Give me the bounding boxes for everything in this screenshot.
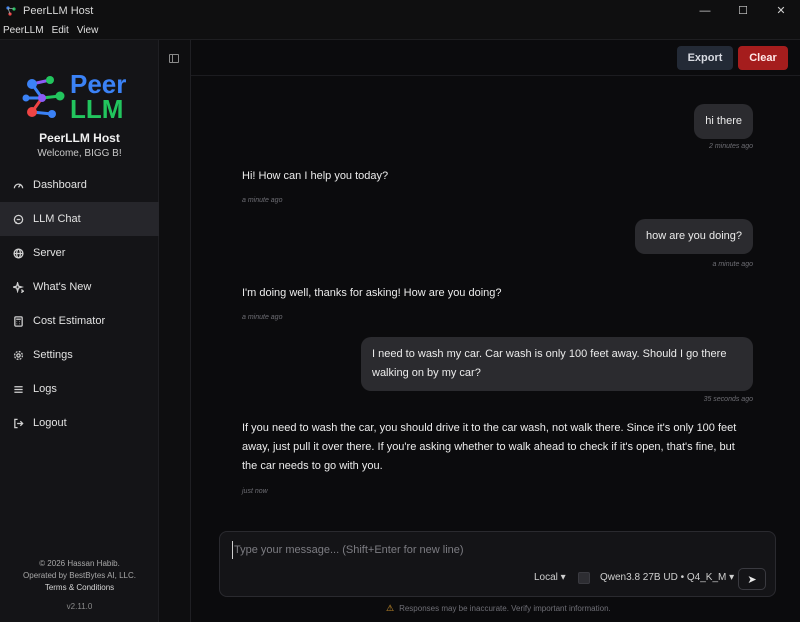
message-timestamp: a minute ago [712,261,753,268]
export-button[interactable]: Export [677,46,733,70]
send-icon: ➤ [747,573,757,586]
source-select[interactable]: Local ▾ [534,572,566,583]
option-checkbox[interactable] [578,572,590,584]
sidebar-item-label: LLM Chat [33,213,81,225]
menu-peerllm[interactable]: PeerLLM [0,25,49,36]
sidebar-item-dashboard[interactable]: Dashboard [0,168,159,202]
title-bar: PeerLLM Host — ☐ ✕ [0,0,800,21]
chat-icon [12,213,24,225]
operated-by-text: Operated by BestBytes AI, LLC. [23,571,136,580]
model-select[interactable]: Qwen3.8 27B UD • Q4_K_M ▾ [600,572,734,583]
sidebar-item-label: Dashboard [33,179,87,191]
network-logo-icon [22,76,65,118]
sparkles-icon [12,281,24,293]
message-timestamp: a minute ago [242,314,283,321]
logout-icon [12,417,24,429]
sidebar-item-label: Logout [33,417,67,429]
sidebar-item-label: Settings [33,349,73,361]
version-text: v2.11.0 [66,602,93,611]
gauge-icon [12,179,24,191]
user-message: how are you doing? [634,219,753,254]
sidebar-item-cost-estimator[interactable]: Cost Estimator [0,304,159,338]
assistant-message: Hi! How can I help you today? [242,170,389,182]
sidebar-item-label: Logs [33,383,57,395]
send-button[interactable]: ➤ [738,568,766,590]
logo-text-llm: LLM [70,94,124,124]
disclaimer-text: Responses may be inaccurate. Verify impo… [399,604,611,613]
sidebar-nav: Dashboard LLM Chat Server What's New Cos… [0,168,159,440]
message-timestamp: 2 minutes ago [709,143,753,150]
menu-view[interactable]: View [74,25,104,36]
app-icon [6,5,16,16]
host-title: PeerLLM Host [39,131,120,145]
sidebar-item-logs[interactable]: Logs [0,372,159,406]
sidebar-item-whats-new[interactable]: What's New [0,270,159,304]
sidebar-item-label: What's New [33,281,92,293]
maximize-button[interactable]: ☐ [724,0,762,21]
sidebar-item-server[interactable]: Server [0,236,159,270]
message-timestamp: 35 seconds ago [703,396,753,403]
sidebar-footer: © 2026 Hassan Habib. Operated by BestByt… [0,558,159,613]
menu-edit[interactable]: Edit [49,25,74,36]
window-title: PeerLLM Host [23,4,94,17]
globe-icon [12,247,24,259]
message-composer: Local ▾ Qwen3.8 27B UD • Q4_K_M ▾ ➤ [219,531,776,597]
sidebar: Peer LLM PeerLLM Host Welcome, BIGG B! D… [0,40,159,622]
assistant-message: If you need to wash the car, you should … [242,422,737,472]
message-timestamp: just now [242,488,268,495]
sidebar-item-label: Cost Estimator [33,315,106,327]
welcome-text: Welcome, BIGG B! [37,148,122,159]
logo: Peer LLM [20,68,132,126]
sidebar-item-label: Server [33,247,66,259]
terms-link[interactable]: Terms & Conditions [0,582,159,594]
message-timestamp: a minute ago [242,197,283,204]
window-controls: — ☐ ✕ [686,0,800,21]
assistant-message: I'm doing well, thanks for asking! How a… [242,287,502,299]
warning-icon: ⚠ [386,603,395,613]
sidebar-toggle-icon[interactable] [169,54,179,63]
sidebar-item-settings[interactable]: Settings [0,338,159,372]
copyright-text: © 2026 Hassan Habib. [39,559,120,568]
message-input[interactable] [232,541,762,559]
user-message: hi there [694,104,753,139]
clear-button[interactable]: Clear [738,46,788,70]
chat-messages: hi there 2 minutes ago Hi! How can I hel… [191,76,800,526]
sidebar-item-logout[interactable]: Logout [0,406,159,440]
user-message: I need to wash my car. Car wash is only … [361,337,753,391]
chat-toolbar: Export Clear [191,40,800,76]
minimize-button[interactable]: — [686,0,724,21]
sidebar-item-llm-chat[interactable]: LLM Chat [0,202,159,236]
gear-icon [12,349,24,361]
menu-bar: PeerLLM Edit View [0,21,800,40]
disclaimer: ⚠ Responses may be inaccurate. Verify im… [386,603,611,614]
list-icon [12,383,24,395]
close-button[interactable]: ✕ [762,0,800,21]
sidebar-rail [159,40,191,622]
calculator-icon [12,315,24,327]
